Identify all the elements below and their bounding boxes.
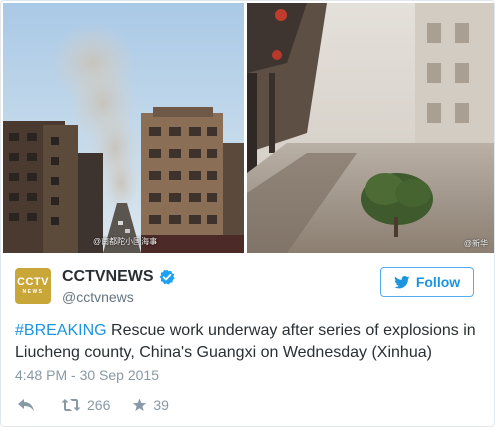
tweet-timestamp[interactable]: 4:48 PM - 30 Sep 2015 — [15, 367, 159, 383]
twitter-bird-icon — [393, 275, 410, 288]
tweet-actions: 266 39 — [17, 395, 169, 415]
tweet-text: #BREAKING Rescue work underway after ser… — [15, 320, 485, 364]
dusty-street-photo[interactable]: @新华 — [247, 3, 494, 253]
photo-watermark: @新华 — [463, 239, 488, 248]
like-count: 39 — [153, 397, 169, 413]
display-name[interactable]: CCTVNEWS — [62, 268, 154, 286]
street-photo-image — [247, 3, 494, 253]
star-icon — [133, 398, 147, 411]
reply-button[interactable] — [17, 398, 41, 412]
tweet-media: @南都陀小国海事 @新华 — [3, 3, 494, 253]
avatar-logo-text: CCTV — [17, 276, 49, 288]
follow-button[interactable]: Follow — [380, 267, 474, 297]
like-button[interactable]: 39 — [132, 397, 169, 413]
avatar-logo-subtext: NEWS — [22, 289, 44, 295]
retweet-icon — [61, 399, 81, 411]
tweet-header: CCTV NEWS CCTVNEWS @cctvnews Follow — [15, 267, 481, 311]
tweet-card: @南都陀小国海事 @新华 CCTV NEWS CCTVNEWS @cctvnew… — [0, 0, 495, 427]
explosion-smoke-photo[interactable]: @南都陀小国海事 — [3, 3, 244, 253]
hashtag-link[interactable]: #BREAKING — [15, 322, 107, 339]
photo-watermark: @南都陀小国海事 — [93, 237, 158, 246]
reply-icon — [18, 399, 34, 411]
avatar[interactable]: CCTV NEWS — [15, 268, 51, 304]
follow-label: Follow — [415, 274, 461, 290]
retweet-count: 266 — [87, 397, 111, 413]
verified-badge-icon — [159, 269, 175, 285]
retweet-button[interactable]: 266 — [61, 397, 110, 413]
user-handle[interactable]: @cctvnews — [62, 289, 134, 305]
smoke-photo-image — [3, 3, 244, 253]
name-row: CCTVNEWS — [62, 268, 175, 286]
